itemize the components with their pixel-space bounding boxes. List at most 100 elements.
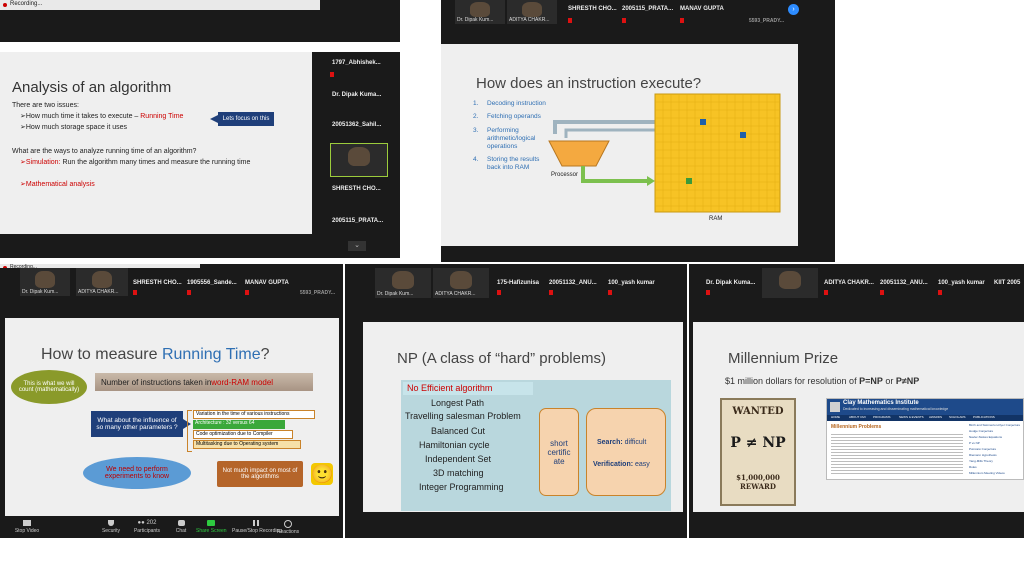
muted-mic-icon [245,290,249,295]
muted-mic-icon [938,290,942,295]
slide-math-analysis: ➢Mathematical analysis [20,181,95,188]
ram-grid [654,93,781,213]
clay-sidebar-link[interactable]: Yang-Mills Theory [969,459,993,463]
clay-sidebar-link[interactable]: Riemann Hypothesis [969,453,997,457]
clay-body-text [831,432,963,476]
stop-video-button[interactable]: Stop Video [10,520,44,534]
clay-nav-item[interactable]: PROGRAMS [873,415,891,419]
participant-name: 100_yash kumar [938,280,985,286]
short-certificate-box: short certific ate [539,408,579,496]
processor-label: Processor [551,172,579,178]
scroll-down-chevron-icon[interactable]: ⌄ [348,241,366,251]
participant-face [778,271,802,289]
ram-cell-result [686,178,692,184]
muted-mic-icon [680,18,684,23]
search-difficulty: Search: difficult [597,439,647,446]
slide-measure-running-time: How to measure Running Time? This is wha… [5,318,339,516]
next-page-arrow-icon[interactable]: › [788,4,799,15]
clay-nav-item[interactable]: NEWS & EVENTS [899,415,924,419]
video-camera-icon [23,520,31,526]
clay-sidebar-link[interactable]: Millennium Meeting Videos [969,471,1005,475]
slide-title: Analysis of an algorithm [12,79,172,96]
participant-name: KIIT 2005 [994,280,1021,286]
participant-name: Dr. Dipak Kuma... [332,92,382,98]
participant-name: MANAV GUPTA [245,280,289,286]
clay-sidebar-link[interactable]: Navier-Stokes Equations [969,435,1002,439]
participant-name: 20051132_ANU... [880,280,928,286]
clay-sidebar-link[interactable]: Rules [969,465,977,469]
store-arrowhead [647,176,655,186]
participant-face [391,271,415,289]
pause-recording-button[interactable]: Pause/Stop Recording [232,520,282,534]
share-screen-button[interactable]: Share Screen [196,520,227,534]
fetch-arrow-2 [564,128,655,138]
participants-button[interactable]: ●● 202 Participants [132,520,162,534]
influence-box: What about the influence of so many othe… [91,411,183,437]
ram-cell-operand [740,132,746,138]
window-title: Recording... [10,1,43,7]
smile-reaction-icon [284,520,292,528]
clay-sidebar-link[interactable]: Birch and Swinnerton-Dyer Conjecture [969,423,1020,427]
participant-strip: Dr. Dipak Kum... ADITYA CHAKR... SHRESTH… [441,0,835,26]
participant-face [35,270,55,288]
muted-mic-icon [622,18,626,23]
muted-mic-icon [706,290,710,295]
chat-icon [177,520,185,526]
wanted-poster: WANTED P ≠ NP $1,000,000 REWARD [720,398,796,506]
clay-nav-item[interactable]: HOME [831,415,840,419]
slide-title: Millennium Prize [728,350,839,367]
participant-name: SHRESTH CHO... [133,280,182,286]
slide-title: How to measure Running Time? [41,346,270,363]
participant-video-tile[interactable]: Dr. Dipak Kum... [375,268,431,298]
slide-simulation: ➢Simulation: Run the algorithm many time… [20,159,251,166]
param-item: Variation in the time of various instruc… [193,410,315,419]
clay-nav-item[interactable]: SCHOLARS [949,415,966,419]
clay-sidebar-link[interactable]: P vs NP [969,441,980,445]
clay-sidebar-link[interactable]: Hodge Conjecture [969,429,993,433]
participant-video-tile[interactable]: Dr. Dipak Kum... [455,0,505,24]
white-strip [0,42,400,52]
clay-subtitle: Dedicated to increasing and disseminatin… [843,407,949,411]
clay-title: Clay Mathematics Institute [843,400,919,406]
muted-mic-icon [187,290,191,295]
participant-video-tile[interactable]: ADITYA CHAKR... [76,268,128,296]
clay-sidebar: Birch and Swinnerton-Dyer Conjecture Hod… [969,423,1023,479]
slide-bullet-2: ➢How much storage space it uses [20,124,128,131]
smiley-icon: 🙂 [311,463,334,485]
participant-video-tile[interactable] [330,143,388,177]
problem-row: Hamiltonian cycle [419,440,490,450]
participant-face [522,2,542,17]
clay-nav-item[interactable]: PUBLICATIONS [973,415,995,419]
reactions-button[interactable]: Reactions [276,520,300,535]
participant-face [91,270,113,288]
chat-button[interactable]: Chat [172,520,190,534]
clay-sidebar-link[interactable]: Poincaré Conjecture [969,447,996,451]
slide-millennium-prize: Millennium Prize $1 million dollars for … [693,322,1024,512]
security-button[interactable]: Security [100,520,122,534]
participant-sidebar: 1797_Abhishek... Dr. Dipak Kuma... 20051… [322,52,400,258]
shield-icon [108,520,114,526]
slide-intro: There are two issues: [12,102,79,109]
muted-mic-icon [133,290,137,295]
participant-video-tile[interactable]: Dr. Dipak Kum... [20,268,70,296]
cpu-ram-diagram [548,93,781,213]
participant-video-tile[interactable]: ADITYA CHAKR... [507,0,557,24]
muted-mic-icon [568,18,572,23]
recording-dot-icon [3,3,7,7]
clay-nav-item[interactable]: AWARDS [929,415,942,419]
clay-logo-icon [830,402,840,412]
count-oval: This is what we will count (mathematical… [11,370,87,404]
clay-website: Clay Mathematics Institute Dedicated to … [826,398,1024,480]
participant-face [470,2,490,17]
clay-nav-item[interactable]: ABOUT CMI [849,415,866,419]
participants-icon: ●● 202 [137,520,157,526]
participant-video-tile[interactable]: ADITYA CHAKR... [433,268,489,298]
pause-icon [253,520,259,526]
slide-subtitle: $1 million dollars for resolution of P=N… [725,376,920,386]
bracket [187,410,192,452]
participant-name: 5593_PRADY... [749,18,785,24]
muted-mic-icon [549,290,553,295]
participant-video-tile[interactable] [762,268,818,298]
slide-title: NP (A class of “hard” problems) [397,350,606,367]
window-title-bar: Recording... [0,0,320,10]
